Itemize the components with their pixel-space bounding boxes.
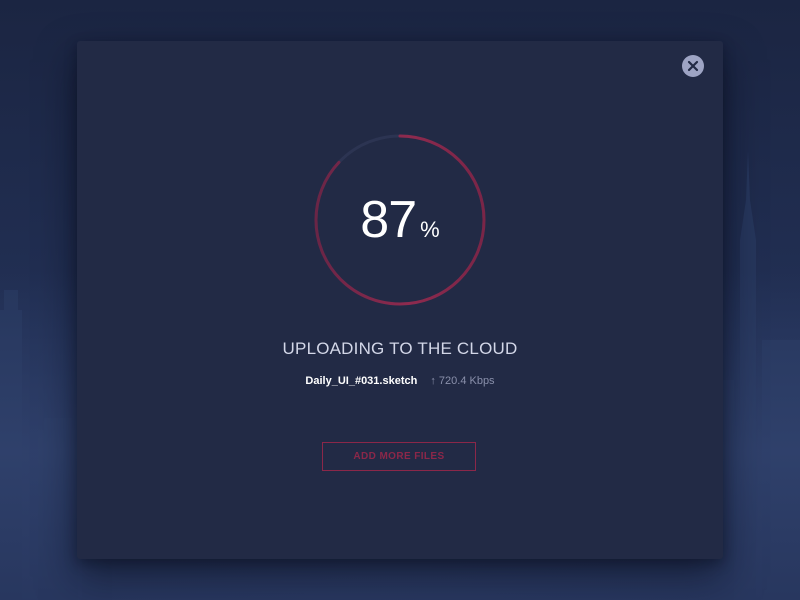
upload-progress-ring: 87% — [314, 134, 486, 306]
progress-unit: % — [420, 217, 440, 242]
progress-percent: 87% — [314, 190, 486, 250]
arrow-up-icon: ↑ — [430, 375, 436, 387]
close-button[interactable] — [682, 55, 704, 77]
progress-value: 87 — [360, 191, 417, 249]
file-name: Daily_UI_#031.sketch — [305, 375, 418, 387]
add-more-files-button[interactable]: ADD MORE FILES — [322, 442, 476, 471]
upload-status: UPLOADING TO THE CLOUD — [282, 339, 518, 358]
upload-modal: 87% UPLOADING TO THE CLOUD Daily_UI_#031… — [77, 41, 723, 559]
upload-speed: ↑ 720.4 Kbps — [430, 375, 494, 387]
file-info: Daily_UI_#031.sketch ↑ 720.4 Kbps — [77, 375, 723, 387]
speed-value: 720.4 Kbps — [438, 375, 495, 387]
close-icon — [687, 60, 699, 72]
